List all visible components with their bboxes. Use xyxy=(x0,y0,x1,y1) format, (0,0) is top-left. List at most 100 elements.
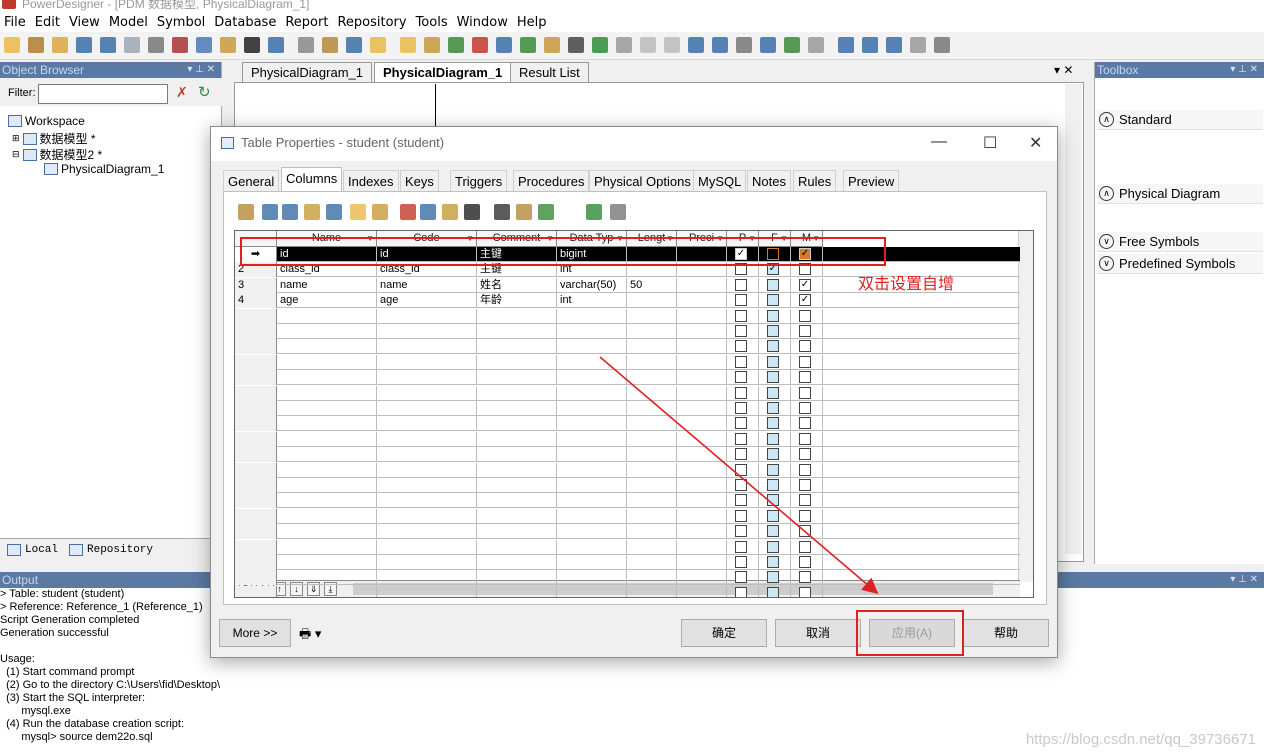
cell-length[interactable] xyxy=(627,493,677,509)
checkbox-p[interactable] xyxy=(735,448,747,461)
cell-p[interactable] xyxy=(727,308,759,324)
grid-tool-icon[interactable] xyxy=(516,204,532,220)
grid-vertical-scrollbar[interactable] xyxy=(1018,231,1033,582)
toolbar-button-icon[interactable] xyxy=(196,37,212,53)
cell-m[interactable] xyxy=(791,354,823,370)
cell-p[interactable] xyxy=(727,555,759,570)
empty-row[interactable] xyxy=(235,401,1020,416)
cell-comment[interactable]: 姓名 xyxy=(477,277,557,293)
tab-local[interactable]: Local xyxy=(4,542,61,558)
cell-code[interactable] xyxy=(377,493,477,509)
toolbar-button-icon[interactable] xyxy=(268,37,284,53)
cell-f[interactable] xyxy=(759,493,791,509)
row-number[interactable]: 3 xyxy=(235,277,277,293)
checkbox-p[interactable] xyxy=(735,432,747,445)
expand-icon[interactable]: ⊞ xyxy=(12,133,20,144)
cell-comment[interactable] xyxy=(477,339,557,355)
cell-preci[interactable] xyxy=(677,508,727,524)
cell-type[interactable] xyxy=(557,478,627,493)
cell-m[interactable]: ✓ xyxy=(791,293,823,309)
row-number[interactable] xyxy=(235,431,277,447)
cell-m[interactable] xyxy=(791,416,823,432)
empty-row[interactable] xyxy=(235,431,1020,447)
checkbox-p[interactable] xyxy=(735,509,747,522)
cell-length[interactable] xyxy=(627,462,677,478)
grid-tool-icon[interactable] xyxy=(282,204,298,220)
cell-p[interactable] xyxy=(727,462,759,478)
tab-rules[interactable]: Rules xyxy=(793,170,837,191)
row-number[interactable] xyxy=(235,585,277,597)
checkbox-f[interactable] xyxy=(767,402,779,414)
toolbar-button-icon[interactable] xyxy=(688,37,704,53)
cell-m[interactable] xyxy=(791,570,823,586)
checkbox-m[interactable] xyxy=(799,402,811,414)
cell-code[interactable] xyxy=(377,401,477,416)
cell-comment[interactable] xyxy=(477,570,557,586)
cell-p[interactable] xyxy=(727,401,759,416)
empty-row[interactable] xyxy=(235,539,1020,555)
cell-code[interactable] xyxy=(377,555,477,570)
cell-name[interactable] xyxy=(277,339,377,355)
tab-preview[interactable]: Preview xyxy=(843,170,900,191)
cell-name[interactable] xyxy=(277,478,377,493)
cell-preci[interactable] xyxy=(677,293,727,309)
tab-notes[interactable]: Notes xyxy=(747,170,791,191)
checkbox-m[interactable] xyxy=(799,509,811,522)
cell-f[interactable] xyxy=(759,354,791,370)
cell-comment[interactable] xyxy=(477,478,557,493)
cell-code[interactable] xyxy=(377,508,477,524)
cell-name[interactable]: name xyxy=(277,277,377,293)
toolbar-button-icon[interactable] xyxy=(736,37,752,53)
toolbar-button-icon[interactable] xyxy=(28,37,44,53)
checkbox-p[interactable] xyxy=(735,586,747,597)
cell-code[interactable] xyxy=(377,478,477,493)
checkbox-m[interactable] xyxy=(799,309,811,322)
cell-length[interactable] xyxy=(627,508,677,524)
toolbar-button-icon[interactable] xyxy=(424,37,440,53)
tab-physical-diagram-1[interactable]: PhysicalDiagram_1 xyxy=(242,62,372,82)
cell-p[interactable] xyxy=(727,570,759,586)
cell-preci[interactable] xyxy=(677,431,727,447)
empty-row[interactable] xyxy=(235,555,1020,570)
checkbox-p[interactable] xyxy=(735,540,747,553)
cell-p[interactable] xyxy=(727,447,759,463)
checkbox-m[interactable] xyxy=(799,463,811,476)
tab-physical-options[interactable]: Physical Options xyxy=(589,170,696,191)
checkbox-f[interactable] xyxy=(767,386,779,399)
cell-p[interactable] xyxy=(727,293,759,309)
empty-row[interactable] xyxy=(235,570,1020,586)
cell-type[interactable] xyxy=(557,385,627,401)
cell-m[interactable] xyxy=(791,585,823,597)
row-number[interactable] xyxy=(235,385,277,401)
grid-tool-icon[interactable] xyxy=(372,204,388,220)
row-number[interactable] xyxy=(235,401,277,416)
tree-item-diagram[interactable]: PhysicalDiagram_1 xyxy=(44,162,164,176)
tab-triggers[interactable]: Triggers xyxy=(450,170,508,191)
cell-comment[interactable]: 年龄 xyxy=(477,293,557,309)
cell-preci[interactable] xyxy=(677,478,727,493)
cell-code[interactable] xyxy=(377,585,477,597)
menu-model[interactable]: Model xyxy=(107,15,155,30)
checkbox-m[interactable] xyxy=(799,448,811,461)
grid-tool-icon[interactable] xyxy=(494,204,510,220)
toolbar-button-icon[interactable] xyxy=(298,37,314,53)
row-number[interactable] xyxy=(235,555,277,570)
cell-length[interactable] xyxy=(627,293,677,309)
grid-tool-icon[interactable] xyxy=(610,204,626,220)
row-number[interactable] xyxy=(235,416,277,432)
checkbox-f[interactable] xyxy=(767,355,779,368)
cell-preci[interactable] xyxy=(677,370,727,386)
empty-row[interactable] xyxy=(235,462,1020,478)
cell-name[interactable] xyxy=(277,370,377,386)
checkbox-m[interactable]: ✓ xyxy=(799,294,811,307)
cell-preci[interactable] xyxy=(677,585,727,597)
cell-code[interactable] xyxy=(377,308,477,324)
checkbox-m[interactable] xyxy=(799,340,811,353)
checkbox-p[interactable] xyxy=(735,479,747,491)
toolbar-button-icon[interactable] xyxy=(862,37,878,53)
cell-comment[interactable] xyxy=(477,539,557,555)
cell-length[interactable] xyxy=(627,354,677,370)
toolbar-button-icon[interactable] xyxy=(496,37,512,53)
cell-m[interactable] xyxy=(791,524,823,540)
grid-tool-icon[interactable] xyxy=(262,204,278,220)
